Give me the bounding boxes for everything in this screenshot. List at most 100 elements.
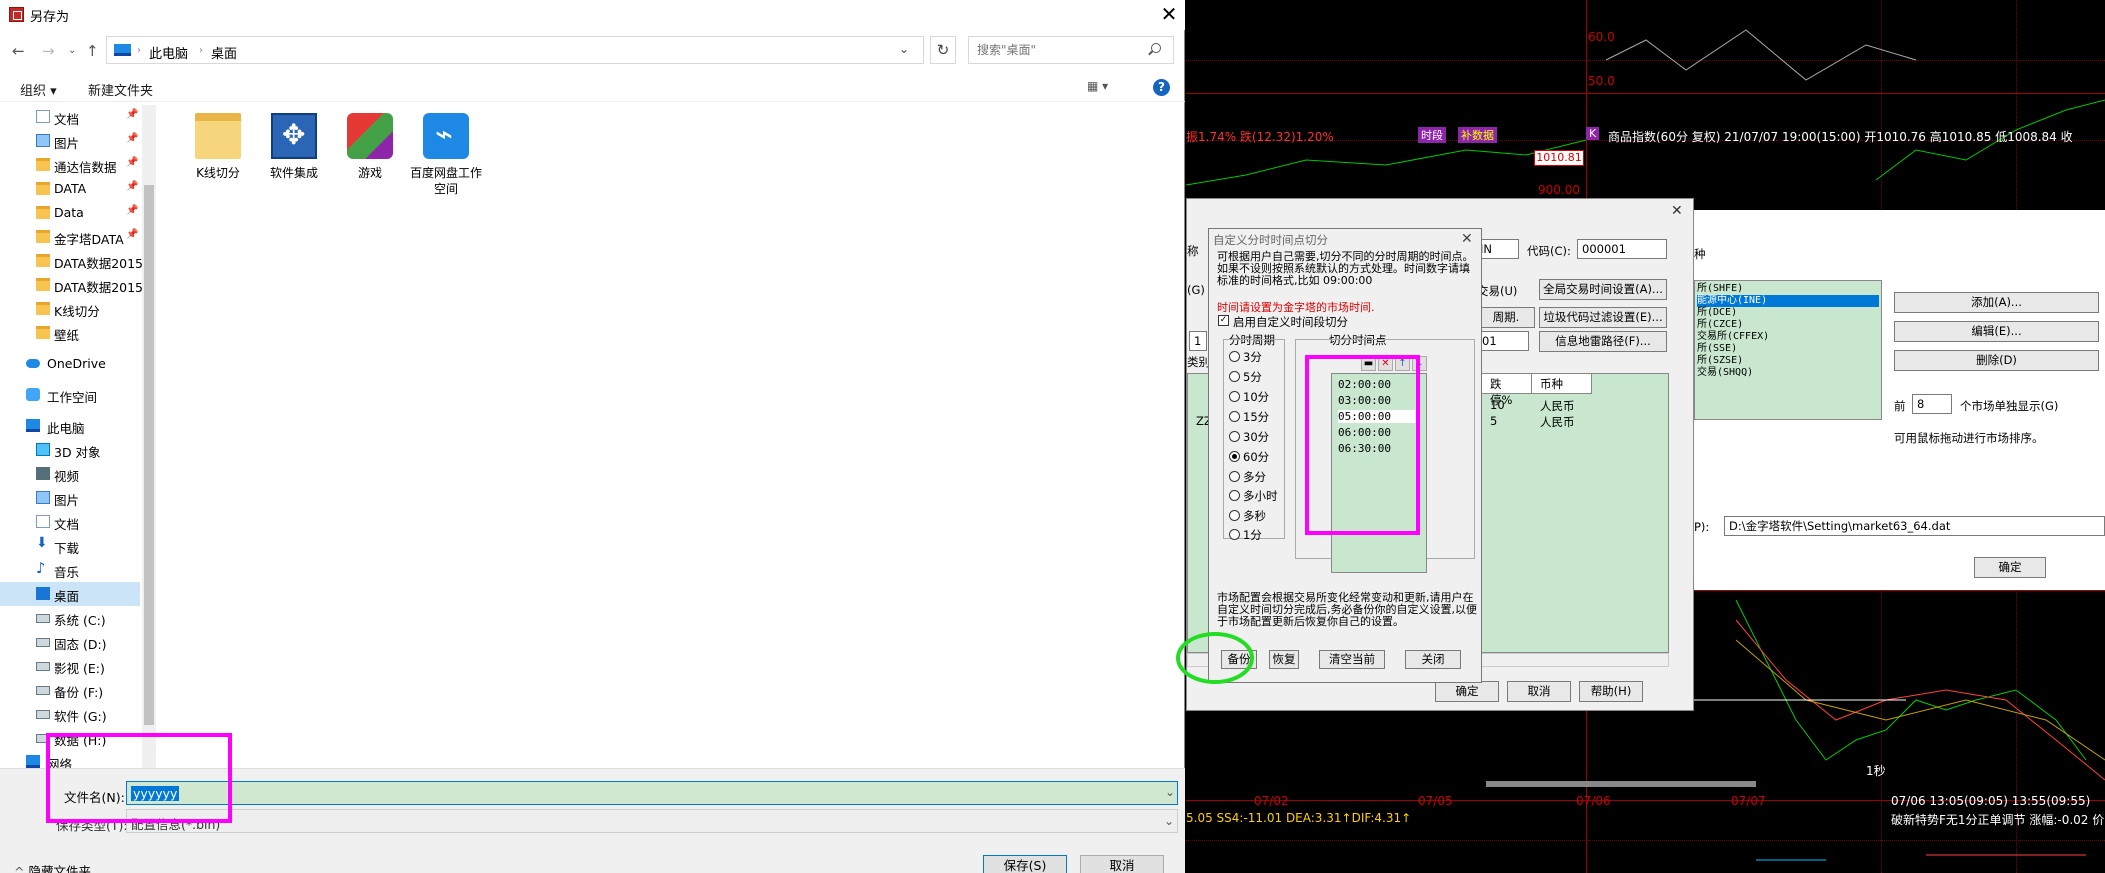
organize-menu[interactable]: 组织 ▾ [20,80,57,99]
period-radio-1min[interactable]: 1分 [1229,527,1289,543]
front-count-input[interactable] [1912,394,1952,414]
delete-point-icon[interactable]: ✕ [1378,356,1393,371]
info-mine-path-button[interactable]: 信息地雷路径(F)... [1539,331,1667,352]
split-point-item[interactable]: 05:00:00 [1338,410,1418,423]
restore-button[interactable]: 恢复 [1269,650,1299,669]
file-item-games[interactable]: 游戏 [332,113,408,181]
save-button[interactable]: 保存(S) [983,855,1067,873]
file-item-kline-folder[interactable]: K线切分 [180,113,256,181]
split-point-item[interactable]: 06:00:00 [1338,426,1391,439]
exchange-item[interactable]: 所(SHFE) [1697,283,1879,295]
garbage-filter-button[interactable]: 垃圾代码过滤设置(E)... [1539,307,1667,328]
k-tag[interactable]: K [1586,127,1600,140]
split-point-item[interactable]: 06:30:00 [1338,442,1391,455]
cancel-button[interactable]: 取消 [1080,855,1164,873]
refresh-icon[interactable]: ↻ [930,36,956,64]
time-segment-tag[interactable]: 时段 [1418,127,1446,143]
period-radio-10min[interactable]: 10分 [1229,389,1289,405]
market-help-button[interactable]: 帮助(H) [1579,681,1643,702]
address-bar[interactable]: › 此电脑 › 桌面 ⌄ [106,36,924,64]
filename-value[interactable]: yyyyyy [131,786,180,801]
nav-item-jzt-data[interactable]: 金字塔DATA 📌 [0,225,140,249]
period-radio-multi-min[interactable]: 多分 [1229,469,1289,485]
nav-item-drive-h[interactable]: 数据 (H:) [0,726,140,750]
split-point-item[interactable]: 02:00:00 [1338,378,1391,391]
period-radio-30min[interactable]: 30分 [1229,429,1289,445]
column-header[interactable]: 跌停% [1482,374,1532,407]
period-radio-5min[interactable]: 5分 [1229,369,1289,385]
nav-item-videos[interactable]: 视频 [0,462,140,486]
add-market-button[interactable]: 添加(A)... [1894,292,2099,313]
market-ok-button[interactable]: 确定 [1435,681,1499,702]
nav-item-kline[interactable]: K线切分 [0,297,140,321]
exchange-item[interactable]: 交易(SHQQ) [1697,367,1879,379]
market-code-input[interactable] [1577,239,1667,259]
value-12-input[interactable] [1189,331,1207,351]
nav-item-tdx-data[interactable]: 通达信数据 📌 [0,153,140,177]
value-01-input[interactable] [1477,331,1529,351]
close-button[interactable]: 关闭 [1405,650,1461,669]
search-input[interactable] [968,36,1174,64]
global-trade-time-button[interactable]: 全局交易时间设置(A)... [1539,279,1667,300]
nav-item-wallpaper[interactable]: 壁纸 [0,321,140,345]
nav-item-drive-d[interactable]: 固态 (D:) [0,630,140,654]
nav-item-drive-g[interactable]: 软件 (G:) [0,702,140,726]
nav-item-Data[interactable]: Data 📌 [0,201,140,225]
clear-current-button[interactable]: 清空当前 [1319,650,1385,669]
column-header[interactable]: 币种 [1532,374,1592,394]
move-down-icon[interactable]: ↓ [1412,356,1427,371]
nav-item-music[interactable]: ♪ 音乐 [0,558,140,582]
period-radio-15min[interactable]: 15分 [1229,409,1289,425]
edit-market-button[interactable]: 编辑(E)... [1894,321,2099,342]
help-icon[interactable]: ? [1153,79,1170,96]
supplement-data-tag[interactable]: 补数据 [1458,127,1497,143]
nav-item-documents[interactable]: 文档 [0,510,140,534]
delete-market-button[interactable]: 删除(D) [1894,350,2099,371]
nav-item-downloads[interactable]: ⬇ 下载 [0,534,140,558]
search-icon[interactable] [1151,43,1161,53]
new-folder-button[interactable]: 新建文件夹 [88,80,153,99]
market-cancel-button[interactable]: 取消 [1507,681,1571,702]
nav-item-onedrive[interactable]: OneDrive [0,352,140,376]
exchange-list[interactable]: 所(SHFE) 能源中心(INE) 所(DCE) 所(CZCE) 交易所(CFF… [1694,280,1882,420]
exchange-item[interactable]: 所(SZSE) [1697,355,1879,367]
exchange-item[interactable]: 所(SSE) [1697,343,1879,355]
market-file-path-input[interactable] [1724,516,2105,536]
enable-custom-split-checkbox[interactable]: ✓ [1218,315,1229,326]
breadcrumb-desktop[interactable]: 桌面 [211,43,237,62]
close-icon[interactable]: ✕ [1156,2,1182,26]
navigation-scrollbar[interactable] [142,105,156,770]
forward-arrow-icon[interactable]: → [42,42,55,60]
filetype-dropdown-icon[interactable]: ⌄ [1164,814,1174,828]
filename-dropdown-icon[interactable]: ⌄ [1165,785,1175,799]
split-point-item[interactable]: 03:00:00 [1338,394,1391,407]
split-points-list[interactable]: 02:00:00 03:00:00 05:00:00 06:00:00 06:3… [1331,373,1427,573]
exchange-item[interactable]: 交易所(CFFEX) [1697,331,1879,343]
nav-item-3d-objects[interactable]: 3D 对象 [0,438,140,462]
view-options-icon[interactable]: ▦ ▾ [1087,79,1108,93]
scrollbar-thumb[interactable] [144,185,154,725]
nav-item-workspace[interactable]: 工作空间 [0,383,140,407]
nav-item-desktop[interactable]: 桌面 [0,582,140,606]
file-item-software[interactable]: 软件集成 [256,113,332,181]
nav-item-drive-e[interactable]: 影视 (E:) [0,654,140,678]
nav-item-pictures-quick[interactable]: 图片 📌 [0,129,140,153]
file-item-baidu-netdisk[interactable]: 百度网盘工作空间 [408,113,484,197]
address-dropdown-icon[interactable]: ⌄ [899,42,909,56]
exchange-item[interactable]: 所(CZCE) [1697,319,1879,331]
nav-item-pictures[interactable]: 图片 [0,486,140,510]
up-arrow-icon[interactable]: ↑ [86,42,99,60]
navigation-pane[interactable]: 文档 📌 图片 📌 通达信数据 📌 DATA 📌 Data 📌 金字塔DATA 📌 DATA… [0,105,156,770]
period-radio-multi-sec[interactable]: 多秒 [1229,508,1289,524]
file-list[interactable]: K线切分 软件集成 游戏 百度网盘工作空间 [160,105,1180,765]
period-radio-3min[interactable]: 3分 [1229,349,1289,365]
exchange-ok-button[interactable]: 确定 [1974,557,2046,578]
period-radio-60min[interactable]: 60分 [1229,449,1289,465]
backup-button[interactable]: 备份 [1221,650,1257,669]
nav-item-data2015-a[interactable]: DATA数据2015, [0,249,147,273]
hide-folders-toggle[interactable]: 隐藏文件夹 [14,861,91,873]
nav-item-drive-c[interactable]: 系统 (C:) [0,606,140,630]
nav-item-this-pc[interactable]: 此电脑 [0,414,140,438]
nav-item-data2015-b[interactable]: DATA数据2015, [0,273,147,297]
filetype-select[interactable]: 配置信息(*.bin) [126,809,1178,833]
